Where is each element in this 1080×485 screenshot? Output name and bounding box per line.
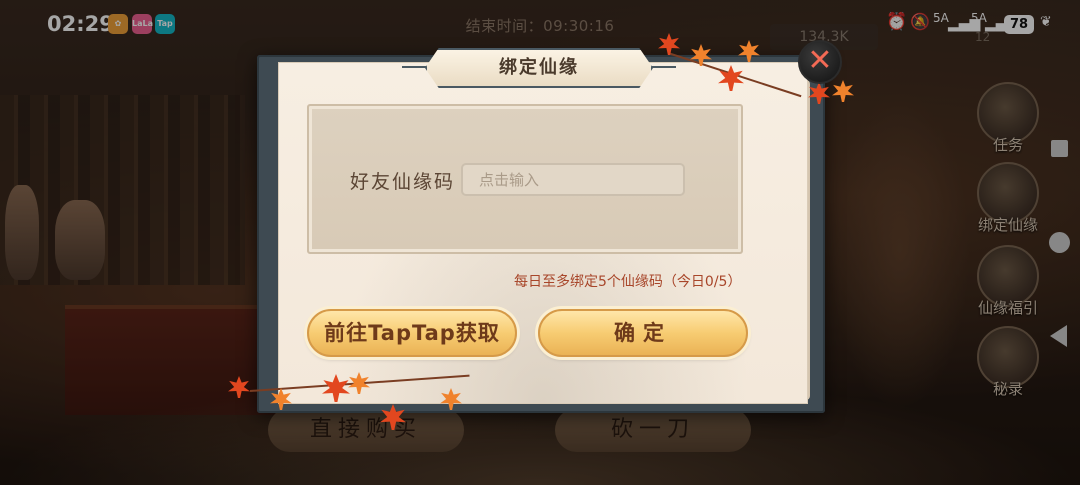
dialog-title: 绑定仙缘 — [499, 57, 579, 78]
close-icon[interactable]: ✕ — [798, 40, 842, 84]
friend-code-input[interactable] — [461, 163, 685, 196]
confirm-button[interactable]: 确定 — [538, 309, 748, 357]
daily-limit-text: 每日至多绑定5个仙缘码（今日0/5） — [514, 274, 742, 290]
goto-taptap-button[interactable]: 前往TapTap获取 — [307, 309, 517, 357]
friend-code-label: 好友仙缘码 — [350, 171, 456, 193]
title-ornament — [402, 66, 426, 68]
title-ornament — [652, 66, 676, 68]
